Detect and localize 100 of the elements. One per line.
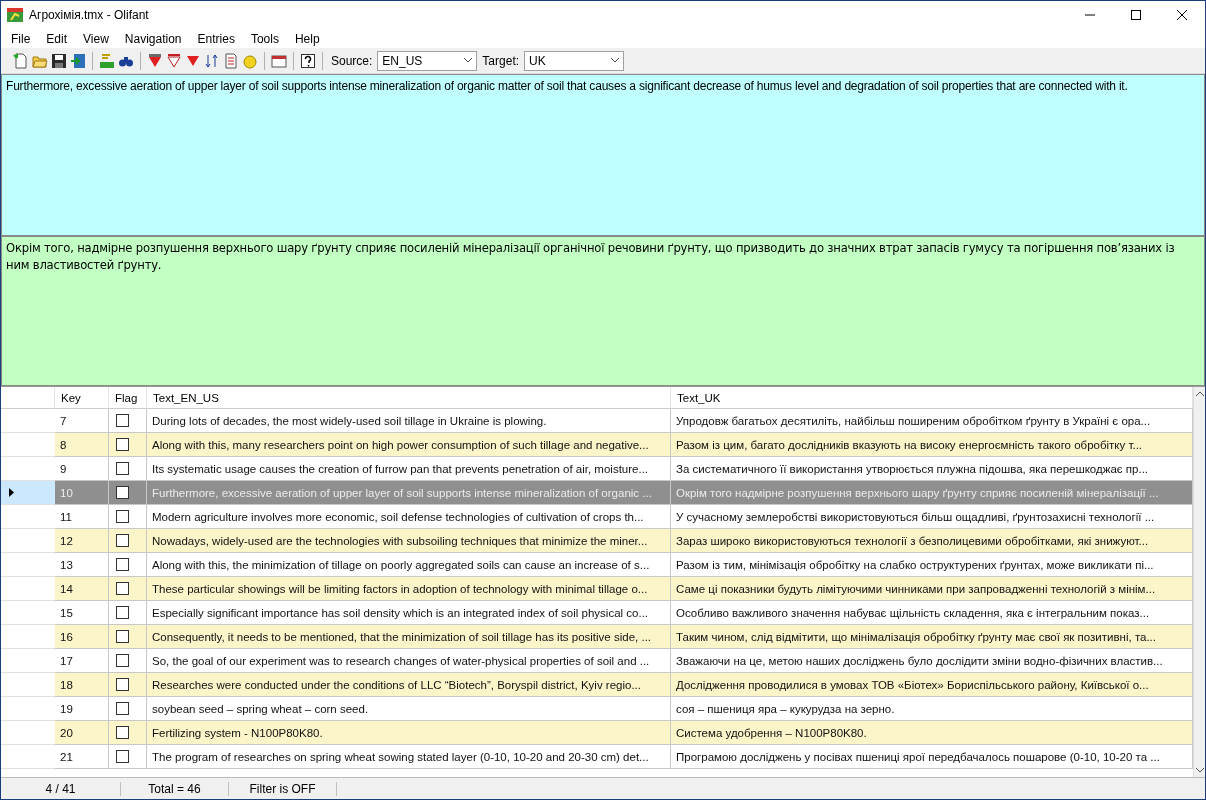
target-cell: Зважаючи на це, метою наших досліджень було дослідити зміни водно-фізичних властив... [671,649,1193,673]
source-cell: The program of researches on spring wheat sowing stated layer (0-10, 10-20 and 20-30 cm) det... [147,745,671,769]
target-cell: Таким чином, слід відмітити, що мінімалізація обробітку ґрунту має свої як позитивні, та... [671,625,1193,649]
target-label: Target: [482,53,520,68]
window-title: Агрохімія.tmx - Olifant [29,8,150,22]
flag-checkbox[interactable] [116,486,129,499]
target-cell: Окрім того надмірне розпушення верхнього шару ґрунту сприяє посиленій мінералізації ... [671,481,1193,505]
menu-item[interactable]: Navigation [116,31,190,46]
key-cell: 18 [55,673,109,697]
flag-checkbox[interactable] [116,606,129,619]
target-cell: Система удобрення – N100P80K80. [671,721,1193,745]
window-icon[interactable] [271,52,287,69]
flag-checkbox[interactable] [116,678,129,691]
vertical-scrollbar[interactable] [1193,387,1205,777]
flag-checkbox[interactable] [116,726,129,739]
source-cell: Consequently, it needs to be mentioned, that the minimization of soil tillage has its positive side, ... [147,625,671,649]
source-text: Furthermore, excessive aeration of upper layer of soil supports intense mineralization of organic matter of soil that causes a significant decrease of humus level and degradation of soil properties that are connected with it. [6,78,1129,95]
flag-checkbox[interactable] [116,414,129,427]
flag-checkbox[interactable] [116,750,129,763]
flag-checkbox[interactable] [116,510,129,523]
source-cell: Along with this, many researchers point on high power consumption of such tillage and negative... [147,433,671,457]
save-icon[interactable] [51,52,67,69]
key-cell: 21 [55,745,109,769]
flag-checkbox[interactable] [116,558,129,571]
key-cell: 8 [55,433,109,457]
key-cell: 17 [55,649,109,673]
key-cell: 20 [55,721,109,745]
chevron-down-icon [611,58,620,63]
target-cell: Упродовж багатьох десятиліть, найбільш поширеним обробітком ґрунту в Україні є ора... [671,409,1193,433]
key-cell: 9 [55,457,109,481]
status-text: 4 / 41 [1,781,121,796]
new-file-icon[interactable] [13,52,29,69]
target-text: Окрім того, надмірне розпушення верхнього шару ґрунту сприяє посиленій мінералізації органічної речовини ґрунту, що призводить до значних втрат запасів гумусу та погіршення пов’язаних із ним властивостей ґрунту. [6,240,1176,274]
key-cell: 7 [55,409,109,433]
target-text-pane[interactable] [1,236,1205,386]
chevron-down-icon [464,58,473,63]
status-text: Total = 46 [121,781,229,796]
target-cell: За систематичного її використання утворюється плужна підошва, яка перешкоджає пр... [671,457,1193,481]
status-text: Filter is OFF [229,781,337,796]
filter-icon[interactable] [147,52,163,69]
menu-item[interactable]: Entries [189,31,243,46]
source-text-pane[interactable] [1,74,1205,236]
note-icon[interactable] [242,52,258,69]
target-cell: Дослідження проводилися в умовах ТОВ «Біотех» Бориспільського району, Київської о... [671,673,1193,697]
target-cell: Разом із тим, мінімізація обробітку на слабко оструктурених ґрунтах, може викликати пі... [671,553,1193,577]
key-cell: 16 [55,625,109,649]
document-icon[interactable] [223,52,239,69]
target-cell: Особливо важливого значення набуває щільність складення, яка є інтегральним показ... [671,601,1193,625]
key-cell: 11 [55,505,109,529]
flag-checkbox[interactable] [116,438,129,451]
column-header[interactable]: Text_UK [671,387,1193,409]
source-cell: During lots of decades, the most widely-used soil tillage in Ukraine is plowing. [147,409,671,433]
flag-checkbox[interactable] [116,462,129,475]
key-cell: 13 [55,553,109,577]
menu-item[interactable]: Tools [242,31,287,46]
source-cell: Especially significant importance has soil density which is an integrated index of soil physical co... [147,601,671,625]
key-cell: 10 [55,481,109,505]
target-cell: соя – пшениця яра – кукурудза на зерно. [671,697,1193,721]
flag-checkbox[interactable] [116,582,129,595]
menu-item[interactable]: File [3,31,39,46]
column-header[interactable]: Key [55,387,109,409]
menu-item[interactable]: Edit [38,31,76,46]
app-icon [7,7,23,23]
target-cell: Програмою досліджень у посівах пшениці ярої передбачалось пошарове (0-10, 10-20 та ... [671,745,1193,769]
source-cell: Furthermore, excessive aeration of upper layer of soil supports intense mineralization of organic ... [147,481,671,505]
flag-checkbox[interactable] [116,534,129,547]
sort-icon[interactable] [204,52,220,69]
menu-item[interactable]: View [75,31,117,46]
source-cell: Nowadays, widely-used are the technologies with subsoiling techniques that minimize the miner... [147,529,671,553]
target-cell: Разом із цим, багато дослідників вказують на високу енергоємність такого обробітку т... [671,433,1193,457]
key-cell: 12 [55,529,109,553]
source-cell: These particular showings will be limiting factors in adoption of technology with minimal tillage o... [147,577,671,601]
close-icon [1177,10,1187,20]
source-cell: Along with this, the minimization of tillage on poorly aggregated soils can cause an increase of s... [147,553,671,577]
source-cell: soybean seed – spring wheat – corn seed. [147,697,671,721]
source-label: Source: [331,53,373,68]
source-cell: Fertilizing system - N100P80K80. [147,721,671,745]
scroll-up-icon[interactable] [1195,391,1204,396]
source-dropdown[interactable]: EN_US [377,50,478,71]
menu-item[interactable]: Help [286,31,328,46]
help-icon[interactable] [300,52,316,69]
source-cell: Modern agriculture involves more economic, soil defense technologies of cultivation of crops th... [147,505,671,529]
column-header[interactable]: Flag [109,387,147,409]
maximize-icon [1131,10,1141,20]
source-cell: Researches were conducted under the conditions of LLC “Biotech”, Boryspil district, Kyiv regio... [147,673,671,697]
target-dropdown[interactable]: UK [524,50,625,71]
target-cell: Саме ці показники будуть лімітуючими чинниками при запровадженні технологій з мінім... [671,577,1193,601]
column-header[interactable]: Text_EN_US [147,387,671,409]
flag-checkbox[interactable] [116,702,129,715]
import-icon[interactable] [70,52,86,69]
flag-checkbox[interactable] [116,630,129,643]
current-row-icon [9,488,14,497]
flag-checkbox[interactable] [116,654,129,667]
source-cell: Its systematic usage causes the creation of furrow pan that prevents penetration of air, moisture... [147,457,671,481]
filter-icon[interactable] [166,52,182,69]
key-cell: 14 [55,577,109,601]
source-cell: So, the goal of our experiment was to research changes of water-physical properties of soil and ... [147,649,671,673]
scroll-down-icon[interactable] [1195,768,1204,773]
target-cell: Зараз широко використовуються технології з безполицевими обробітками, які знижуют... [671,529,1193,553]
key-cell: 19 [55,697,109,721]
